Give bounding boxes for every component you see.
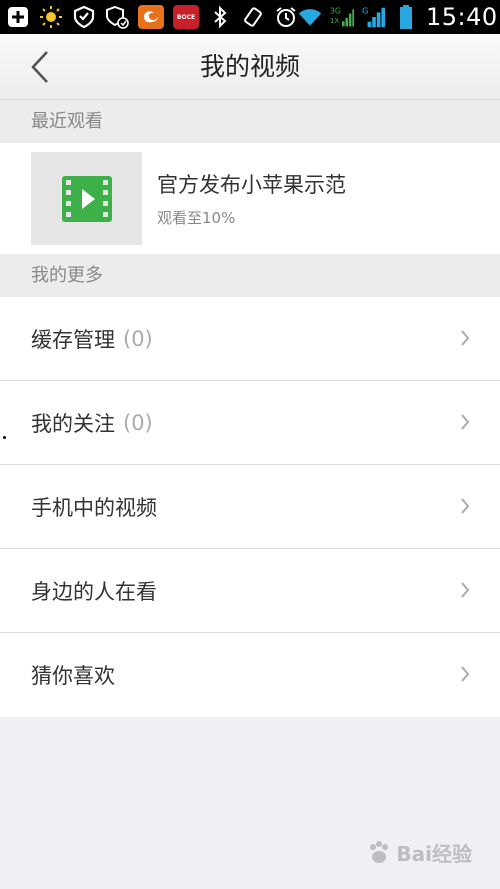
- section-header-more: 我的更多: [0, 254, 500, 297]
- title-bar: 我的视频: [0, 34, 500, 100]
- uc-browser-icon: [138, 5, 164, 29]
- svg-text:3G: 3G: [330, 7, 341, 16]
- alarm-icon: [274, 5, 298, 29]
- recent-video-item[interactable]: 官方发布小苹果示范 观看至10%: [0, 143, 500, 254]
- signal-icon: G: [362, 5, 386, 29]
- status-bar: BOCE 3G 1X G 15:40: [0, 0, 500, 34]
- wifi-icon: [298, 5, 322, 29]
- menu-item-count: (0): [123, 410, 153, 435]
- watch-progress: 观看至10%: [157, 209, 236, 227]
- menu-item-label: 我的关注: [31, 411, 115, 436]
- page-title: 我的视频: [199, 52, 300, 81]
- brightness-icon: [39, 5, 63, 29]
- clock-time: 15:40: [426, 3, 498, 31]
- signal-3g-icon: 3G 1X: [330, 5, 354, 29]
- menu-item-recommendations[interactable]: 猜你喜欢: [0, 633, 500, 717]
- shield-icon: [72, 5, 96, 29]
- menu-item-label: 猜你喜欢: [31, 664, 115, 688]
- menu-item-count: (0): [123, 326, 153, 351]
- chevron-right-icon: [461, 498, 470, 514]
- more-menu: 缓存管理 (0) 我的关注 (0) 手机中的视频 身边的人在看 猜你喜欢: [0, 297, 500, 717]
- chevron-right-icon: [461, 666, 470, 682]
- add-icon: [6, 5, 30, 29]
- menu-item-nearby-watching[interactable]: 身边的人在看: [0, 549, 500, 633]
- menu-item-label: 手机中的视频: [31, 495, 157, 520]
- chevron-right-icon: [461, 414, 470, 430]
- watermark-text: Bai经验: [396, 842, 472, 866]
- menu-item-label: 身边的人在看: [31, 579, 157, 604]
- svg-text:1X: 1X: [330, 17, 339, 25]
- menu-item-cache-management[interactable]: 缓存管理 (0): [0, 297, 500, 381]
- security-icon: [105, 5, 129, 29]
- paw-icon: [370, 840, 389, 863]
- section-header-recent: 最近观看: [0, 100, 500, 143]
- video-play-icon: [61, 175, 112, 222]
- svg-text:G: G: [362, 5, 368, 15]
- boce-app-icon: BOCE: [173, 5, 199, 29]
- video-title: 官方发布小苹果示范: [157, 173, 346, 197]
- watermark: Bai经验: [366, 838, 472, 867]
- chevron-right-icon: [461, 582, 470, 598]
- battery-icon: [394, 5, 418, 29]
- menu-item-my-follows[interactable]: 我的关注 (0): [0, 381, 500, 465]
- menu-item-label: 缓存管理: [31, 327, 115, 352]
- chevron-right-icon: [461, 330, 470, 346]
- stray-dot: [3, 436, 6, 439]
- menu-item-local-videos[interactable]: 手机中的视频: [0, 465, 500, 549]
- video-thumbnail: [31, 152, 142, 245]
- bluetooth-icon: [208, 5, 232, 29]
- rotate-icon: [241, 5, 265, 29]
